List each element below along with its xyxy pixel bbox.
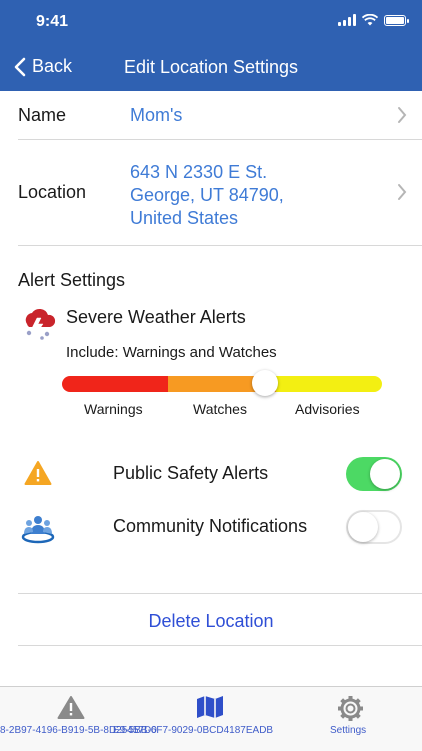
wifi-icon (362, 14, 378, 26)
public-safety-row: Public Safety Alerts (0, 454, 422, 494)
alert-triangle-icon[interactable] (57, 695, 85, 720)
status-icons (338, 14, 409, 26)
map-icon[interactable] (196, 695, 224, 719)
signal-icon (338, 14, 356, 26)
page-title: Edit Location Settings (123, 57, 299, 77)
delete-location-button[interactable]: Delete Location (0, 611, 422, 632)
community-toggle[interactable] (346, 510, 402, 544)
slider-label-watches: Watches (193, 401, 247, 417)
chevron-right-icon (398, 107, 407, 123)
warning-triangle-icon (24, 461, 52, 485)
tab-bar: 8-2B97-4196-B919-5B-8D25457D0 E9-5BB-6F7… (0, 686, 422, 751)
chevron-right-icon (398, 184, 407, 200)
warnings-segment (62, 376, 168, 392)
slider-thumb[interactable] (252, 370, 278, 396)
alert-settings-title: Alert Settings (18, 270, 126, 290)
slider-label-advisories: Advisories (295, 401, 360, 417)
navigation-header: 9:41 Back Edit Location Settings (0, 0, 422, 91)
severe-weather-icon (25, 308, 56, 340)
advisories-segment (276, 376, 382, 392)
divider (18, 593, 422, 594)
address-line-1: 643 N 2330 E St. (130, 162, 268, 182)
battery-icon (384, 14, 409, 26)
community-row: Community Notifications (0, 507, 422, 547)
public-safety-toggle[interactable] (346, 457, 402, 491)
slider-label-warnings: Warnings (84, 401, 143, 417)
status-time: 9:41 (36, 13, 69, 30)
location-address: 643 N 2330 E St. George, UT 84790, Unite… (130, 161, 284, 230)
location-label: Location (18, 182, 87, 202)
address-line-2: George, UT 84790, (130, 185, 284, 205)
address-line-3: United States (130, 208, 239, 228)
divider (18, 245, 422, 246)
include-summary: Include: Warnings and Watches (66, 344, 277, 361)
community-label: Community Notifications (113, 516, 308, 536)
divider (18, 645, 422, 646)
gear-icon[interactable] (337, 695, 364, 722)
alert-level-slider[interactable] (62, 370, 382, 396)
name-row[interactable]: Name Mom's (18, 91, 422, 139)
name-value: Mom's (130, 105, 183, 125)
tab-label-settings[interactable]: Settings (330, 725, 366, 736)
community-people-icon (21, 516, 55, 544)
public-safety-label: Public Safety Alerts (113, 463, 269, 483)
name-label: Name (18, 104, 67, 125)
severe-weather-title: Severe Weather Alerts (66, 307, 246, 327)
location-row[interactable]: Location 643 N 2330 E St. George, UT 847… (18, 140, 422, 245)
tab-label-map[interactable]: E9-5BB-6F7-9029-0BCD4187EADB (113, 725, 273, 736)
